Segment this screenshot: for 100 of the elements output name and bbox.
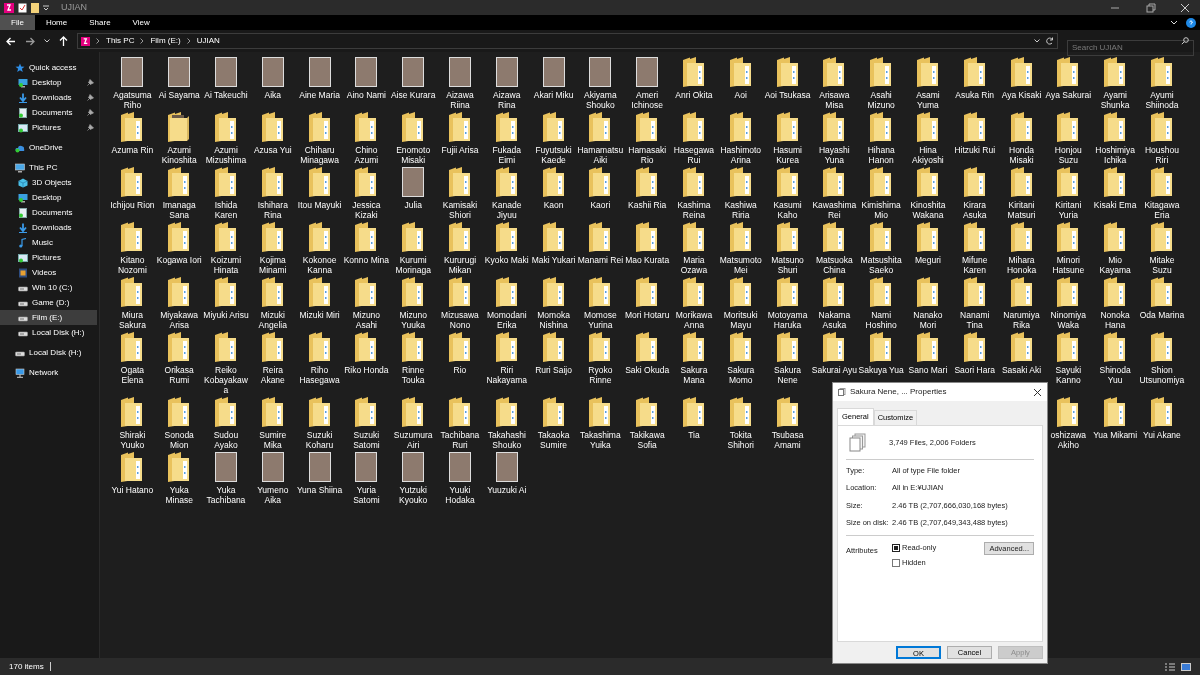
folder-name[interactable]: Fuyutsuki Kaede	[530, 145, 577, 165]
folder-name[interactable]: Mifune Karen	[951, 255, 998, 275]
folder-name[interactable]: Hashimoto Arina	[717, 145, 764, 165]
folder-name[interactable]: Riko Honda	[343, 365, 390, 385]
folder-name[interactable]: Kawashima Rei	[811, 200, 858, 220]
folder-name[interactable]: Ruri Saijo	[530, 365, 577, 385]
folder-name[interactable]: Chino Azumi	[343, 145, 390, 165]
large-icons-view-icon[interactable]	[1181, 662, 1191, 671]
folder-name[interactable]: Kashii Ria	[624, 200, 671, 220]
folder-name[interactable]: Koizumi Hinata	[203, 255, 249, 275]
folder-name[interactable]: Shiraki Yuuko	[109, 430, 156, 450]
folder-name[interactable]: Tia	[670, 430, 717, 450]
folder-name[interactable]: Mizuki Miri	[296, 310, 343, 330]
folder-name[interactable]: Miyakawa Arisa	[156, 310, 203, 330]
folder-name[interactable]: Ninomiya Waka	[1045, 310, 1092, 330]
pin-icon[interactable]	[87, 94, 94, 101]
folder-name[interactable]: Hoshimiya Ichika	[1092, 145, 1139, 165]
sidebar-item[interactable]: Documents	[0, 205, 97, 220]
refresh-icon[interactable]	[1046, 37, 1054, 45]
folder-name[interactable]: Akari Miku	[530, 90, 577, 110]
forward-arrow-icon[interactable]	[25, 36, 35, 46]
folder-name[interactable]: Miura Sakura	[109, 310, 156, 330]
folder-name[interactable]: Matsuno Shuri	[764, 255, 811, 275]
folder-name[interactable]: Saki Okuda	[624, 365, 671, 385]
folder-name[interactable]: Sakura Nene	[764, 365, 811, 385]
folder-name[interactable]: Sudou Ayako	[203, 430, 249, 450]
folder-name[interactable]: Mori Hotaru	[624, 310, 671, 330]
folder-name[interactable]: Aizawa Riina	[436, 90, 483, 110]
folder-name[interactable]: Mihara Honoka	[998, 255, 1045, 275]
folder-name[interactable]: Chiharu Minagawa	[296, 145, 343, 165]
folder-name[interactable]: Sonoda Mion	[156, 430, 203, 450]
folder-name[interactable]: Tsubasa Amami	[764, 430, 811, 450]
sidebar-item[interactable]: Downloads	[0, 220, 97, 235]
folder-name[interactable]: Kaon	[530, 200, 577, 220]
folder-name[interactable]: Tachibana Ruri	[436, 430, 483, 450]
folder-name[interactable]: Asami Yuma	[904, 90, 951, 110]
folder-name[interactable]: Yuna Shiina	[296, 485, 343, 505]
folder-name[interactable]: Sakuya Yua	[858, 365, 905, 385]
folder-name[interactable]: Kyoko Maki	[483, 255, 530, 275]
sidebar-item[interactable]: This PC	[0, 160, 97, 175]
folder-name[interactable]: Mizuno Yuuka	[390, 310, 437, 330]
folder-name[interactable]: Sakurai Ayu	[811, 365, 858, 385]
folder-name[interactable]: Kokonoe Kanna	[296, 255, 343, 275]
folder-name[interactable]: Suzuki Satomi	[343, 430, 390, 450]
folder-name[interactable]: Momose Yurina	[577, 310, 624, 330]
folder-name[interactable]: Miyuki Arisu	[203, 310, 249, 330]
folder-name[interactable]: Itou Mayuki	[296, 200, 343, 220]
folder-name[interactable]: Ichijou Rion	[109, 200, 156, 220]
breadcrumb-item[interactable]: UJIAN	[196, 35, 220, 47]
folder-name[interactable]: Ishihara Rina	[249, 200, 296, 220]
folder-name[interactable]: Nakama Asuka	[811, 310, 858, 330]
folder-name[interactable]: Takashima Yuika	[577, 430, 624, 450]
folder-name[interactable]: Yuka Minase	[156, 485, 203, 505]
folder-name[interactable]: Jessica Kizaki	[343, 200, 390, 220]
folder-name[interactable]: Aya Sakurai	[1045, 90, 1092, 110]
folder-name[interactable]: Aya Kisaki	[998, 90, 1045, 110]
sidebar-item[interactable]: Win 10 (C:)	[0, 280, 97, 295]
folder-name[interactable]: Kasumi Kaho	[764, 200, 811, 220]
folder-name[interactable]: Hina Akiyoshi	[904, 145, 951, 165]
folder-name[interactable]: Sayuki Kanno	[1045, 365, 1092, 385]
folder-name[interactable]: oshizawa Akiho	[1045, 430, 1092, 450]
folder-name[interactable]: Suzumura Airi	[390, 430, 437, 450]
folder-name[interactable]: Yui Akane	[1138, 430, 1185, 450]
folder-name[interactable]: Anri Okita	[670, 90, 717, 110]
folder-name[interactable]: Mitake Suzu	[1138, 255, 1185, 275]
folder-name[interactable]: Akiyama Shouko	[577, 90, 624, 110]
folder-name[interactable]: Kaori	[577, 200, 624, 220]
folder-name[interactable]: Matsushita Saeko	[858, 255, 905, 275]
folder-icon[interactable]	[31, 2, 39, 13]
address-bar[interactable]: This PC Film (E:) UJIAN	[77, 33, 1058, 49]
sidebar-item[interactable]: Quick access	[0, 60, 97, 75]
folder-name[interactable]: Houshou Riri	[1138, 145, 1185, 165]
ribbon-tab[interactable]: View	[121, 15, 161, 30]
folder-name[interactable]: Sano Mari	[904, 365, 951, 385]
folder-name[interactable]: Saori Hara	[951, 365, 998, 385]
sidebar-item[interactable]: OneDrive	[0, 140, 97, 155]
folder-name[interactable]: Orikasa Rumi	[156, 365, 203, 385]
folder-name[interactable]: Yumeno Aika	[249, 485, 296, 505]
folder-name[interactable]: Azuma Rin	[109, 145, 156, 165]
sidebar-item[interactable]: Pictures	[0, 120, 97, 135]
folder-name[interactable]: Kinoshita Wakana	[904, 200, 951, 220]
folder-name[interactable]: Aika	[249, 90, 296, 110]
folder-name[interactable]: Ayumi Shiinoda	[1138, 90, 1185, 110]
folder-name[interactable]: Kiritani Matsuri	[998, 200, 1045, 220]
sidebar-item[interactable]: Pictures	[0, 250, 97, 265]
folder-name[interactable]: Maki Yukari	[530, 255, 577, 275]
folder-name[interactable]: Takikawa Sofia	[624, 430, 671, 450]
folder-name[interactable]: Aizawa Rina	[483, 90, 530, 110]
folder-name[interactable]: Sakura Momo	[717, 365, 764, 385]
sidebar-item[interactable]: Documents	[0, 105, 97, 120]
folder-name[interactable]: Nami Hoshino	[858, 310, 905, 330]
folder-name[interactable]: Reiko Kobayakawa	[203, 365, 249, 395]
folder-name[interactable]: Momoka Nishina	[530, 310, 577, 330]
sidebar-item[interactable]: Desktop	[0, 190, 97, 205]
folder-name[interactable]: Kimishima Mio	[858, 200, 905, 220]
checklist-icon[interactable]	[18, 2, 27, 13]
folder-name[interactable]: Imanaga Sana	[156, 200, 203, 220]
folder-name[interactable]: Kashima Reina	[670, 200, 717, 220]
folder-name[interactable]: Oda Marina	[1138, 310, 1185, 330]
folder-name[interactable]: Hasumi Kurea	[764, 145, 811, 165]
